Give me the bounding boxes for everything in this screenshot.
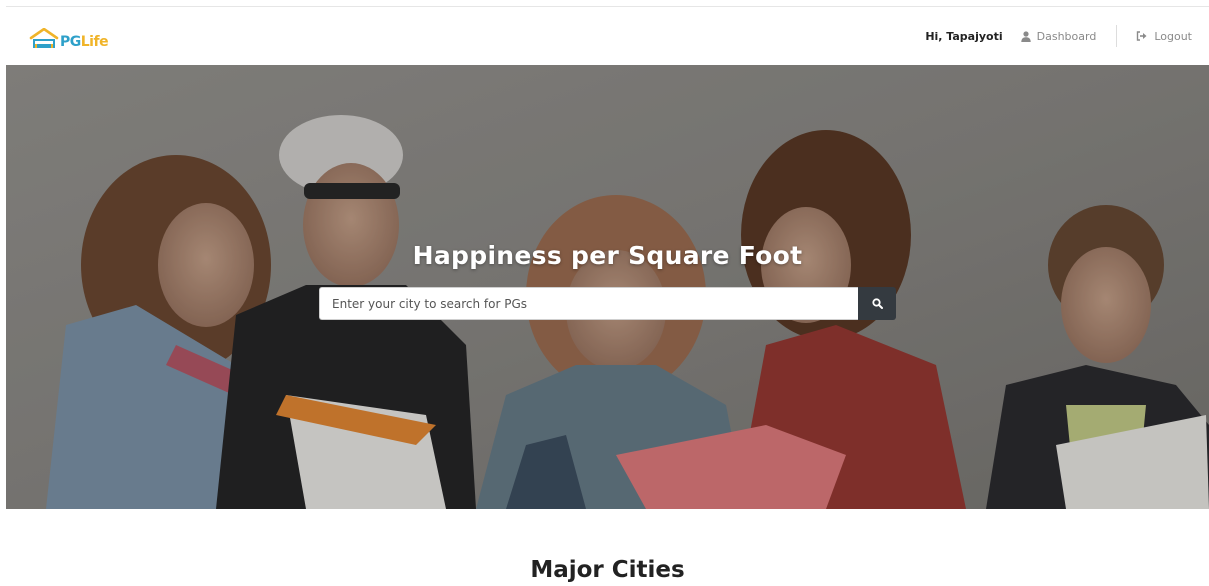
city-search-input[interactable]	[319, 287, 858, 320]
hero-title: Happiness per Square Foot	[412, 241, 803, 270]
navbar: PGLife Hi, Tapajyoti Dashboard Logout	[6, 7, 1209, 65]
logout-link[interactable]: Logout	[1136, 30, 1192, 43]
hero-content: Happiness per Square Foot	[6, 241, 1209, 320]
search-button[interactable]	[858, 287, 896, 320]
dashboard-label: Dashboard	[1036, 29, 1097, 43]
house-logo-icon	[29, 28, 59, 48]
search-icon	[871, 298, 883, 309]
brand-name-pg: PG	[60, 34, 81, 50]
user-icon	[1020, 30, 1031, 42]
brand-logo-link[interactable]: PGLife	[29, 24, 109, 50]
page: PGLife Hi, Tapajyoti Dashboard Logout Ha…	[0, 0, 1209, 586]
city-search-form	[319, 287, 896, 320]
logout-label: Logout	[1154, 29, 1192, 43]
sign-out-icon	[1137, 31, 1147, 41]
dashboard-link[interactable]: Dashboard	[1020, 29, 1097, 43]
nav-divider	[1116, 25, 1118, 47]
brand-name: PGLife	[60, 34, 109, 50]
nav-menu: Hi, Tapajyoti Dashboard Logout	[925, 7, 1192, 65]
hero-banner: Happiness per Square Foot	[6, 65, 1209, 509]
user-greeting: Hi, Tapajyoti	[925, 29, 1003, 43]
brand-name-life: Life	[80, 34, 109, 50]
major-cities-heading: Major Cities	[530, 557, 685, 583]
